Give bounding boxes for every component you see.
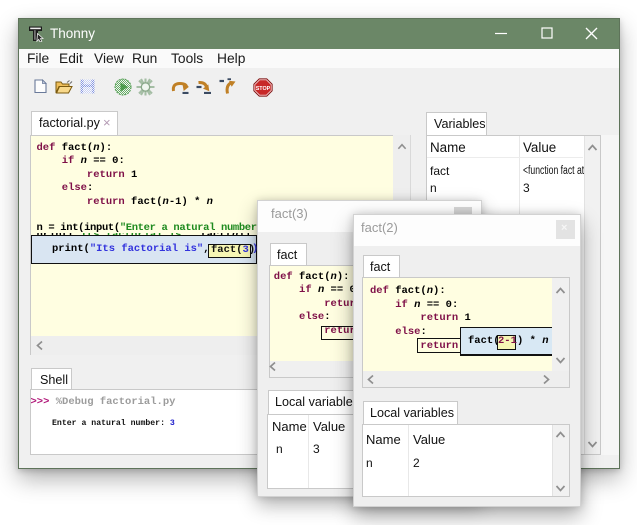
svg-text:STOP: STOP: [256, 86, 271, 92]
